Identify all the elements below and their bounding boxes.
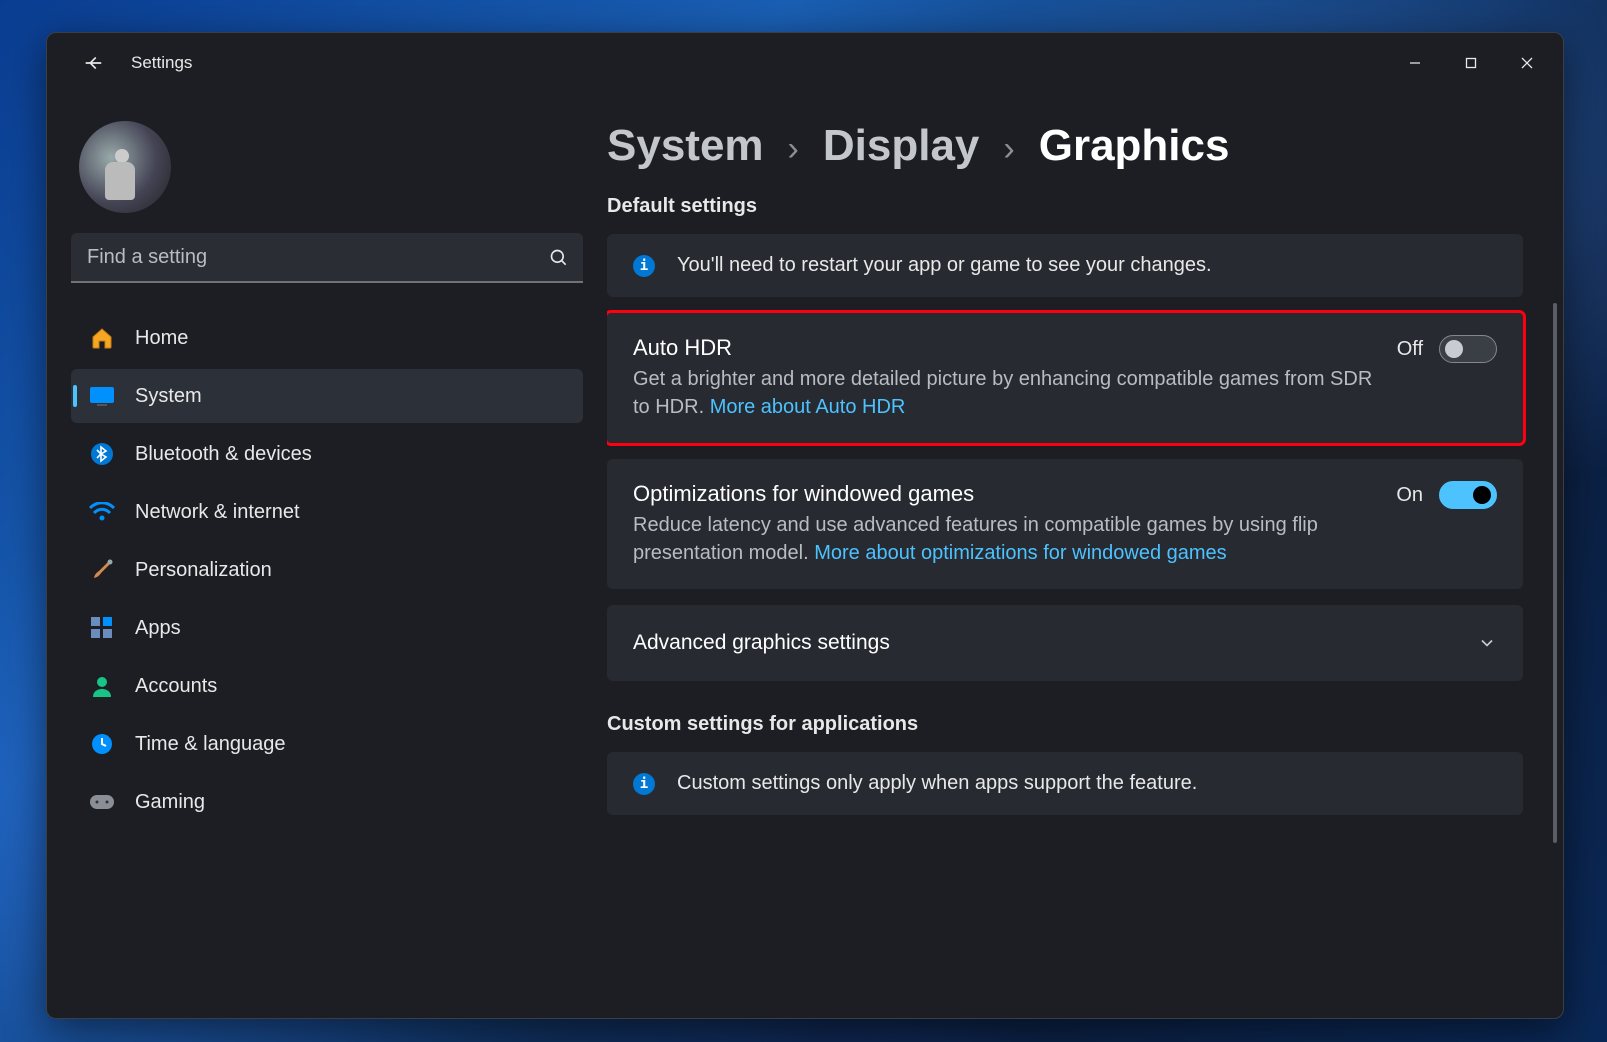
sidebar-item-personalization[interactable]: Personalization	[71, 543, 583, 597]
settings-window: Settings	[46, 32, 1564, 1019]
sidebar-item-label: Gaming	[135, 791, 205, 814]
avatar	[79, 121, 171, 213]
breadcrumb-item-graphics: Graphics	[1039, 121, 1230, 171]
expand-title: Advanced graphics settings	[633, 631, 1477, 655]
arrow-left-icon	[82, 52, 104, 74]
gamepad-icon	[89, 789, 115, 815]
sidebar-item-accounts[interactable]: Accounts	[71, 659, 583, 713]
auto-hdr-toggle[interactable]	[1439, 335, 1497, 363]
sidebar-item-label: Accounts	[135, 675, 217, 698]
wifi-icon	[89, 499, 115, 525]
breadcrumb-item-display[interactable]: Display	[823, 121, 980, 171]
clock-globe-icon	[89, 731, 115, 757]
toggle-group: Off	[1397, 335, 1497, 363]
profile[interactable]	[79, 121, 583, 213]
setting-description: Reduce latency and use advanced features…	[633, 511, 1374, 567]
bluetooth-icon	[89, 441, 115, 467]
minimize-icon	[1409, 57, 1421, 69]
app-title: Settings	[131, 53, 192, 73]
setting-title: Optimizations for windowed games	[633, 481, 1374, 507]
auto-hdr-more-link[interactable]: More about Auto HDR	[710, 396, 906, 418]
minimize-button[interactable]	[1387, 41, 1443, 85]
nav-list: Home System Bluetooth & devices	[71, 311, 583, 829]
advanced-graphics-settings[interactable]: Advanced graphics settings	[607, 605, 1523, 681]
close-button[interactable]	[1499, 41, 1555, 85]
search-box[interactable]	[71, 233, 583, 283]
info-text: Custom settings only apply when apps sup…	[677, 772, 1197, 795]
person-icon	[89, 673, 115, 699]
home-icon	[89, 325, 115, 351]
close-icon	[1521, 57, 1533, 69]
info-icon: i	[633, 773, 655, 795]
setting-auto-hdr: Auto HDR Get a brighter and more detaile…	[607, 313, 1523, 443]
sidebar-item-label: Time & language	[135, 733, 285, 756]
chevron-down-icon	[1477, 633, 1497, 653]
chevron-right-icon: ›	[1003, 130, 1014, 169]
setting-title: Auto HDR	[633, 335, 1375, 361]
toggle-group: On	[1396, 481, 1497, 509]
search-icon	[549, 248, 569, 268]
breadcrumb-item-system[interactable]: System	[607, 121, 764, 171]
toggle-state-label: On	[1396, 484, 1423, 507]
sidebar-item-apps[interactable]: Apps	[71, 601, 583, 655]
sidebar-item-system[interactable]: System	[71, 369, 583, 423]
titlebar: Settings	[47, 33, 1563, 93]
sidebar-item-label: Bluetooth & devices	[135, 443, 312, 466]
window-controls	[1387, 41, 1555, 85]
info-banner-custom: i Custom settings only apply when apps s…	[607, 752, 1523, 815]
sidebar-item-label: Apps	[135, 617, 181, 640]
setting-windowed-optimizations: Optimizations for windowed games Reduce …	[607, 459, 1523, 589]
chevron-right-icon: ›	[788, 130, 799, 169]
windowed-opt-more-link[interactable]: More about optimizations for windowed ga…	[814, 542, 1226, 564]
sidebar-item-label: Home	[135, 327, 188, 350]
sidebar-item-label: System	[135, 385, 202, 408]
windowed-opt-toggle[interactable]	[1439, 481, 1497, 509]
toggle-state-label: Off	[1397, 338, 1423, 361]
system-icon	[89, 383, 115, 409]
sidebar: Home System Bluetooth & devices	[47, 93, 607, 1018]
sidebar-item-home[interactable]: Home	[71, 311, 583, 365]
search-input[interactable]	[71, 233, 583, 283]
apps-icon	[89, 615, 115, 641]
maximize-icon	[1465, 57, 1477, 69]
sidebar-item-network[interactable]: Network & internet	[71, 485, 583, 539]
setting-description: Get a brighter and more detailed picture…	[633, 365, 1375, 421]
breadcrumb: System › Display › Graphics	[607, 121, 1523, 171]
info-icon: i	[633, 255, 655, 277]
scrollbar[interactable]	[1553, 303, 1557, 843]
main-content: System › Display › Graphics Default sett…	[607, 93, 1563, 1018]
back-button[interactable]	[71, 41, 115, 85]
maximize-button[interactable]	[1443, 41, 1499, 85]
paintbrush-icon	[89, 557, 115, 583]
sidebar-item-label: Network & internet	[135, 501, 300, 524]
sidebar-item-time-language[interactable]: Time & language	[71, 717, 583, 771]
window-body: Home System Bluetooth & devices	[47, 93, 1563, 1018]
info-text: You'll need to restart your app or game …	[677, 254, 1212, 277]
section-title-default: Default settings	[607, 195, 1523, 218]
info-banner-restart: i You'll need to restart your app or gam…	[607, 234, 1523, 297]
section-title-custom: Custom settings for applications	[607, 713, 1523, 736]
sidebar-item-label: Personalization	[135, 559, 272, 582]
sidebar-item-gaming[interactable]: Gaming	[71, 775, 583, 829]
sidebar-item-bluetooth[interactable]: Bluetooth & devices	[71, 427, 583, 481]
